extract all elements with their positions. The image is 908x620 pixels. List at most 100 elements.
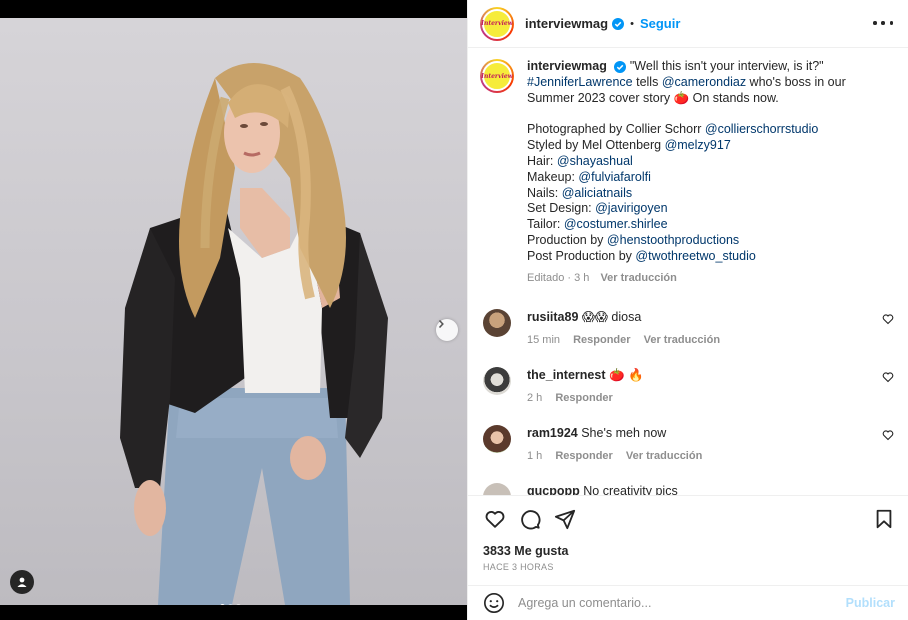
caption-text: interviewmag "Well this isn't your inter… bbox=[527, 59, 867, 106]
share-icon bbox=[554, 509, 576, 530]
comment-text: rusiita89 😱😱 diosa bbox=[527, 309, 730, 325]
comment-username[interactable]: ram1924 bbox=[527, 426, 578, 440]
credit-label: Hair: bbox=[527, 153, 557, 168]
credit-handle-link[interactable]: @henstoothproductions bbox=[607, 233, 739, 247]
comment-avatar[interactable] bbox=[483, 483, 511, 495]
credit-handle-link[interactable]: @melzy917 bbox=[665, 138, 731, 152]
credit-handle-link[interactable]: @twothreetwo_studio bbox=[635, 249, 755, 263]
save-icon bbox=[876, 509, 892, 529]
comment-avatar[interactable] bbox=[483, 309, 511, 337]
credit-handle-link[interactable]: @costumer.shirlee bbox=[564, 217, 668, 231]
photo-illustration bbox=[120, 63, 388, 605]
translate-button[interactable]: Ver traducción bbox=[600, 272, 676, 284]
translate-button[interactable]: Ver traducción bbox=[644, 334, 720, 346]
carousel-dot bbox=[228, 604, 233, 605]
credit-handle-link[interactable]: @javirigoyen bbox=[595, 201, 667, 215]
emoji-icon[interactable] bbox=[483, 592, 505, 614]
verified-badge-icon bbox=[614, 60, 627, 73]
comment-time: 1 h bbox=[527, 450, 543, 462]
post-header: Interview interviewmag • Seguir bbox=[468, 0, 908, 48]
credit-line: Production by @henstoothproductions bbox=[527, 233, 867, 249]
comment-content: She's meh now bbox=[577, 426, 667, 440]
caption-fragment: tells bbox=[632, 74, 662, 89]
credit-line: Makeup: @fulviafarolfi bbox=[527, 170, 867, 186]
credit-handle-link[interactable]: @fulviafarolfi bbox=[578, 170, 650, 184]
more-options-icon bbox=[881, 21, 885, 25]
save-button[interactable] bbox=[873, 508, 895, 530]
caption-username[interactable]: interviewmag bbox=[527, 59, 607, 73]
like-button[interactable] bbox=[484, 508, 506, 530]
comment-meta: 2 h Responder bbox=[527, 392, 644, 404]
next-arrow-icon bbox=[438, 319, 444, 329]
post-photo[interactable] bbox=[0, 18, 467, 605]
credit-label: Makeup: bbox=[527, 169, 579, 184]
credit-label: Photographed by Collier Schorr bbox=[527, 122, 705, 137]
credit-label: Styled by Mel Ottenberg bbox=[527, 138, 665, 153]
caption-fragment: "Well this isn't your interview, is it?" bbox=[629, 59, 824, 73]
avatar-logo: Interview bbox=[481, 8, 513, 39]
like-count[interactable]: 3833 Me gusta bbox=[483, 544, 568, 558]
comment-meta: 15 min Responder Ver traducción bbox=[527, 334, 730, 346]
next-slide-button[interactable] bbox=[436, 319, 458, 341]
caption-link[interactable]: #JenniferLawrence bbox=[527, 75, 633, 89]
comment-text: gucpopp No creativity pics bbox=[527, 483, 678, 495]
comment-button[interactable] bbox=[519, 508, 541, 530]
credit-line: Post Production by @twothreetwo_studio bbox=[527, 249, 867, 265]
more-options-icon bbox=[873, 21, 877, 25]
comment-username[interactable]: the_internest bbox=[527, 368, 606, 382]
comment-input[interactable] bbox=[518, 596, 828, 610]
comment-item: gucpopp No creativity pics bbox=[483, 483, 908, 495]
reply-button[interactable]: Responder bbox=[573, 334, 630, 346]
comment-avatar[interactable] bbox=[483, 367, 511, 395]
publish-button[interactable]: Publicar bbox=[846, 596, 895, 610]
carousel-dot bbox=[220, 604, 225, 605]
comment-like-icon[interactable] bbox=[882, 313, 894, 325]
caption-body: interviewmag "Well this isn't your inter… bbox=[527, 59, 867, 286]
more-options-icon bbox=[889, 21, 893, 25]
credit-line: Tailor: @costumer.shirlee bbox=[527, 217, 867, 233]
caption-meta: Editado · 3 h Ver traducción bbox=[527, 271, 867, 287]
credit-line: Set Design: @javirigoyen bbox=[527, 201, 867, 217]
post-caption: Interview interviewmag "Well this isn't … bbox=[480, 59, 867, 286]
post-timestamp: HACE 3 HORAS bbox=[483, 562, 554, 572]
credit-line: Photographed by Collier Schorr @colliers… bbox=[527, 122, 867, 138]
avatar[interactable]: Interview bbox=[480, 6, 514, 41]
follow-button[interactable]: Seguir bbox=[640, 16, 680, 31]
credit-handle-link[interactable]: @shayashual bbox=[557, 154, 633, 168]
credit-label: Post Production by bbox=[527, 248, 636, 263]
comment-text: ram1924 She's meh now bbox=[527, 425, 712, 441]
credit-line: Nails: @aliciatnails bbox=[527, 186, 867, 202]
reply-button[interactable]: Responder bbox=[555, 450, 612, 462]
header-username[interactable]: interviewmag bbox=[525, 16, 608, 31]
comment-avatar[interactable] bbox=[483, 425, 511, 453]
translate-button[interactable]: Ver traducción bbox=[626, 450, 702, 462]
post-media bbox=[0, 0, 467, 620]
tagged-users-button[interactable] bbox=[10, 570, 34, 594]
comment-username[interactable]: gucpopp bbox=[527, 484, 580, 495]
credit-handle-link[interactable]: @aliciatnails bbox=[562, 186, 632, 200]
credit-label: Set Design: bbox=[527, 201, 596, 216]
comment-item: rusiita89 😱😱 diosa 15 min Responder Ver … bbox=[483, 309, 908, 346]
avatar-logo: Interview bbox=[481, 61, 513, 91]
credit-label: Tailor: bbox=[527, 217, 564, 232]
comment-like-icon[interactable] bbox=[882, 371, 894, 383]
comment-content: No creativity pics bbox=[579, 484, 678, 495]
post-modal: Interview interviewmag • Seguir Intervie… bbox=[0, 0, 908, 620]
comment-item: ram1924 She's meh now 1 h Responder Ver … bbox=[483, 425, 908, 462]
carousel-dot bbox=[236, 604, 241, 605]
caption-avatar[interactable]: Interview bbox=[480, 59, 514, 93]
comments-scroll-area[interactable]: Interview interviewmag "Well this isn't … bbox=[468, 49, 908, 495]
reply-button[interactable]: Responder bbox=[555, 392, 612, 404]
credit-line: Hair: @shayashual bbox=[527, 154, 867, 170]
verified-badge-icon bbox=[612, 17, 625, 30]
more-options-button[interactable] bbox=[873, 13, 893, 33]
credit-handle-link[interactable]: @collierschorrstudio bbox=[705, 122, 818, 136]
caption-link[interactable]: @camerondiaz bbox=[662, 75, 746, 89]
post-details-panel: Interview interviewmag • Seguir Intervie… bbox=[467, 0, 908, 620]
comment-like-icon[interactable] bbox=[882, 429, 894, 441]
share-button[interactable] bbox=[554, 508, 576, 530]
comment-body: the_internest 🍅 🔥 2 h Responder bbox=[527, 367, 644, 404]
carousel-indicator bbox=[220, 604, 241, 605]
comment-body: gucpopp No creativity pics bbox=[527, 483, 678, 495]
comment-username[interactable]: rusiita89 bbox=[527, 310, 578, 324]
